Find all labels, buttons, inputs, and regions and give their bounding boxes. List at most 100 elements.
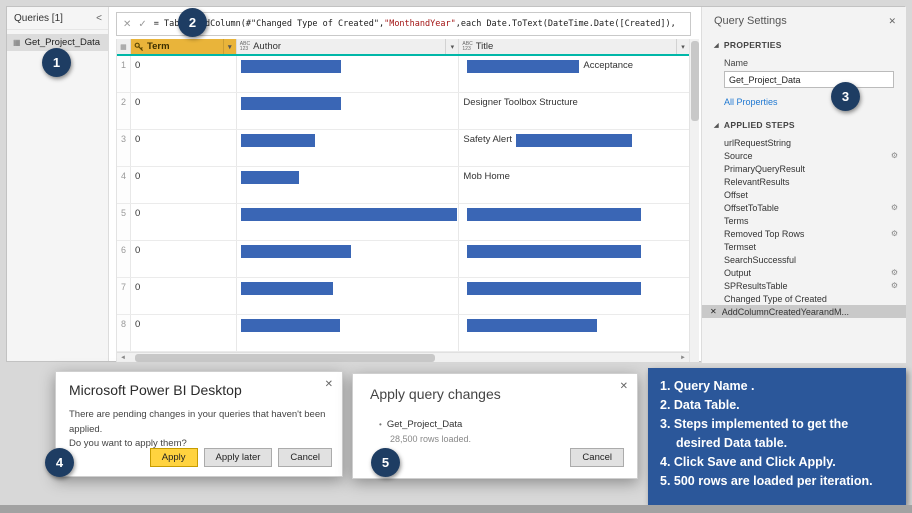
- cell-term[interactable]: 0: [131, 56, 237, 92]
- screenshot-root: Queries [1] < ▦ Get_Project_Data ✕ ✓ = T…: [0, 0, 912, 513]
- section-collapse-icon[interactable]: ◢: [714, 122, 719, 129]
- row-number[interactable]: 4: [117, 167, 131, 203]
- applied-step[interactable]: Offset: [702, 188, 906, 201]
- cell-title[interactable]: [459, 315, 689, 351]
- bottom-edge-strip: [0, 505, 912, 513]
- close-icon[interactable]: ✕: [620, 381, 628, 392]
- scrollbar-thumb[interactable]: [135, 354, 435, 362]
- gear-icon[interactable]: ⚙: [891, 268, 898, 277]
- applied-step[interactable]: Output ⚙: [702, 266, 906, 279]
- cancel-formula-icon[interactable]: ✕: [123, 19, 131, 30]
- callout-circle-4: 4: [45, 448, 74, 477]
- cell-author[interactable]: [237, 241, 460, 277]
- cell-author[interactable]: [237, 56, 460, 92]
- gear-icon[interactable]: ⚙: [891, 229, 898, 238]
- cancel-button[interactable]: Cancel: [570, 448, 624, 467]
- properties-label: PROPERTIES: [723, 40, 782, 50]
- applied-step[interactable]: Removed Top Rows ⚙: [702, 227, 906, 240]
- query-settings-panel: Query Settings ✕ ◢ PROPERTIES Name All P…: [701, 7, 906, 363]
- applied-step[interactable]: Source ⚙: [702, 149, 906, 162]
- select-all-corner[interactable]: ▦: [117, 39, 131, 54]
- cell-title[interactable]: Safety Alert: [459, 130, 689, 166]
- horizontal-scrollbar[interactable]: ◄ ►: [117, 352, 689, 362]
- applied-step[interactable]: Terms: [702, 214, 906, 227]
- column-header-author[interactable]: ABC 123 Author ▾: [237, 39, 460, 54]
- applied-step-selected[interactable]: ✕ AddColumnCreatedYearandM...: [702, 305, 906, 318]
- column-header-term[interactable]: Term ▾: [130, 39, 237, 54]
- filter-dropdown-icon[interactable]: ▾: [676, 39, 689, 54]
- cell-title[interactable]: Mob Home: [459, 167, 689, 203]
- row-number[interactable]: 8: [117, 315, 131, 351]
- annotation-notes-box: 1. Query Name . 2. Data Table. 3. Steps …: [648, 368, 906, 505]
- cell-term[interactable]: 0: [131, 130, 237, 166]
- gear-icon[interactable]: ⚙: [891, 151, 898, 160]
- apply-later-button[interactable]: Apply later: [203, 448, 273, 467]
- cancel-button[interactable]: Cancel: [278, 448, 332, 467]
- gear-icon[interactable]: ⚙: [891, 281, 898, 290]
- filter-dropdown-icon[interactable]: ▾: [445, 39, 458, 54]
- query-name-input[interactable]: [724, 71, 894, 88]
- all-properties-link[interactable]: All Properties: [724, 97, 896, 107]
- applied-step[interactable]: RelevantResults: [702, 175, 906, 188]
- cell-term[interactable]: 0: [131, 204, 237, 240]
- applied-step[interactable]: Changed Type of Created: [702, 292, 906, 305]
- cell-term[interactable]: 0: [131, 315, 237, 351]
- formula-segment: ,each Date.ToText(DateTime.Date([Created…: [455, 19, 676, 29]
- applied-step[interactable]: SearchSuccessful: [702, 253, 906, 266]
- delete-step-icon[interactable]: ✕: [710, 307, 717, 316]
- collapse-panel-icon[interactable]: <: [96, 13, 102, 24]
- cell-term[interactable]: 0: [131, 278, 237, 314]
- properties-section-header[interactable]: ◢ PROPERTIES: [714, 40, 896, 50]
- section-collapse-icon[interactable]: ◢: [714, 42, 719, 49]
- cell-author[interactable]: [237, 130, 460, 166]
- applied-steps-section-header[interactable]: ◢ APPLIED STEPS: [714, 120, 896, 130]
- scrollbar-track[interactable]: [129, 353, 677, 362]
- cell-author[interactable]: [237, 167, 460, 203]
- rows-loaded-status: 28,500 rows loaded.: [390, 434, 472, 444]
- cell-title[interactable]: Acceptance: [459, 56, 689, 92]
- column-header-title[interactable]: ABC 123 Title ▾: [459, 39, 689, 54]
- scroll-left-icon[interactable]: ◄: [117, 355, 129, 361]
- cell-author[interactable]: [237, 204, 460, 240]
- cell-title[interactable]: [459, 278, 689, 314]
- redaction-bar: [240, 134, 315, 147]
- row-number[interactable]: 1: [117, 56, 131, 92]
- applied-step[interactable]: OffsetToTable ⚙: [702, 201, 906, 214]
- redaction-bar: [467, 208, 642, 221]
- scroll-right-icon[interactable]: ►: [677, 355, 689, 361]
- cell-title[interactable]: [459, 241, 689, 277]
- applied-step[interactable]: urlRequestString: [702, 136, 906, 149]
- query-settings-header: Query Settings ✕: [702, 7, 906, 27]
- row-number[interactable]: 2: [117, 93, 131, 129]
- row-number[interactable]: 6: [117, 241, 131, 277]
- close-icon[interactable]: ✕: [888, 16, 896, 27]
- cell-term[interactable]: 0: [131, 241, 237, 277]
- row-number[interactable]: 3: [117, 130, 131, 166]
- cell-term[interactable]: 0: [131, 93, 237, 129]
- applied-step[interactable]: Termset: [702, 240, 906, 253]
- filter-dropdown-icon[interactable]: ▾: [222, 39, 236, 54]
- callout-circle-3: 3: [831, 82, 860, 111]
- cell-title[interactable]: [459, 204, 689, 240]
- row-number[interactable]: 5: [117, 204, 131, 240]
- gear-icon[interactable]: ⚙: [891, 203, 898, 212]
- cell-author[interactable]: [237, 278, 460, 314]
- row-number[interactable]: 7: [117, 278, 131, 314]
- dialog-title: Apply query changes: [370, 386, 501, 402]
- scrollbar-thumb[interactable]: [691, 41, 699, 121]
- cell-title[interactable]: Designer Toolbox Structure: [459, 93, 689, 129]
- cell-author[interactable]: [237, 315, 460, 351]
- applied-step[interactable]: SPResultsTable ⚙: [702, 279, 906, 292]
- loading-query-item: • Get_Project_Data: [379, 419, 462, 430]
- vertical-scrollbar[interactable]: [689, 39, 699, 362]
- redaction-bar: [240, 245, 351, 258]
- cell-term[interactable]: 0: [131, 167, 237, 203]
- apply-button[interactable]: Apply: [149, 448, 198, 467]
- commit-formula-icon[interactable]: ✓: [138, 19, 146, 30]
- applied-step[interactable]: PrimaryQueryResult: [702, 162, 906, 175]
- close-icon[interactable]: ✕: [325, 379, 333, 390]
- dialog-title: Microsoft Power BI Desktop: [69, 382, 242, 398]
- cell-text: Acceptance: [583, 60, 634, 71]
- cell-author[interactable]: [237, 93, 460, 129]
- pending-changes-dialog: Microsoft Power BI Desktop ✕ There are p…: [55, 371, 343, 477]
